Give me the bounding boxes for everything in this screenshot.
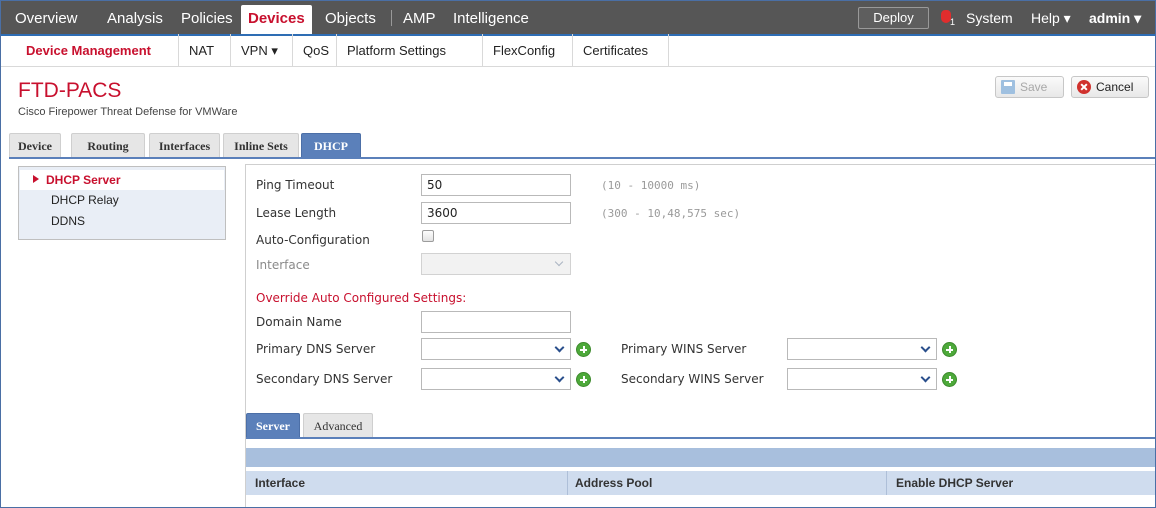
nav-policies[interactable]: Policies <box>181 1 233 34</box>
secondary-dns-select[interactable] <box>421 368 571 390</box>
primary-dns-label: Primary DNS Server <box>256 342 376 356</box>
app-window: Overview Analysis Policies Devices Objec… <box>0 0 1156 508</box>
page-title: FTD-PACS <box>18 79 122 102</box>
save-label: Save <box>1020 80 1048 94</box>
tab-routing[interactable]: Routing <box>71 133 145 158</box>
nav-amp[interactable]: AMP <box>403 1 436 34</box>
column-divider <box>886 471 887 495</box>
nav-intelligence[interactable]: Intelligence <box>453 1 529 34</box>
table-header: Interface Address Pool Enable DHCP Serve… <box>246 471 1155 495</box>
ping-timeout-input[interactable]: 50 <box>421 174 571 196</box>
tab-underline <box>9 157 1155 159</box>
nav-analysis[interactable]: Analysis <box>107 1 163 34</box>
caret-right-icon <box>33 175 39 183</box>
nav-objects[interactable]: Objects <box>325 1 376 34</box>
chevron-down-icon <box>554 342 566 356</box>
add-primary-dns-icon[interactable] <box>576 342 591 357</box>
user-menu[interactable]: admin ▾ <box>1089 1 1141 34</box>
add-secondary-dns-icon[interactable] <box>576 372 591 387</box>
tab-dhcp[interactable]: DHCP <box>301 133 361 158</box>
lease-length-label: Lease Length <box>256 206 337 220</box>
chevron-down-icon <box>920 342 932 356</box>
top-nav-bar: Overview Analysis Policies Devices Objec… <box>1 1 1155 34</box>
chevron-down-icon <box>554 257 566 271</box>
secondary-dns-label: Secondary DNS Server <box>256 372 393 386</box>
cancel-icon <box>1077 80 1091 94</box>
nav-devices[interactable]: Devices <box>241 5 312 34</box>
auto-config-label: Auto-Configuration <box>256 233 370 247</box>
auto-config-checkbox[interactable] <box>422 230 434 242</box>
sub-nav-bar: Device Management NAT VPN ▾ QoS Platform… <box>1 34 1155 67</box>
cancel-label: Cancel <box>1096 80 1134 94</box>
domain-name-input[interactable] <box>421 311 571 333</box>
tab-inline-sets[interactable]: Inline Sets <box>223 133 299 158</box>
add-primary-wins-icon[interactable] <box>942 342 957 357</box>
column-interface: Interface <box>255 476 306 490</box>
ping-timeout-label: Ping Timeout <box>256 178 335 192</box>
save-button[interactable]: Save <box>995 76 1064 98</box>
menu-item-dhcp-server[interactable]: DHCP Server <box>20 170 224 190</box>
interface-select[interactable] <box>421 253 571 275</box>
column-address-pool: Address Pool <box>575 476 653 490</box>
column-enable-dhcp-server: Enable DHCP Server <box>896 476 1014 490</box>
subnav-flexconfig[interactable]: FlexConfig <box>483 34 573 67</box>
nav-overview[interactable]: Overview <box>15 1 78 34</box>
column-divider <box>567 471 568 495</box>
override-heading: Override Auto Configured Settings: <box>256 291 467 305</box>
dhcp-side-menu: DHCP Server DHCP Relay DDNS <box>18 166 226 240</box>
interface-label: Interface <box>256 258 310 272</box>
subnav-nat[interactable]: NAT <box>179 34 231 67</box>
nav-divider <box>391 10 392 26</box>
subnav-certificates[interactable]: Certificates <box>573 34 669 67</box>
alert-count: 1 <box>950 17 956 27</box>
domain-name-label: Domain Name <box>256 315 342 329</box>
menu-item-label: DHCP Server <box>46 173 121 187</box>
tab-device[interactable]: Device <box>9 133 61 158</box>
ping-timeout-hint: (10 - 10000 ms) <box>601 179 701 192</box>
chevron-down-icon <box>920 372 932 386</box>
menu-item-dhcp-relay[interactable]: DHCP Relay <box>20 190 224 210</box>
tab-advanced[interactable]: Advanced <box>303 413 373 438</box>
tab-interfaces[interactable]: Interfaces <box>149 133 220 158</box>
add-secondary-wins-icon[interactable] <box>942 372 957 387</box>
device-model: Cisco Firepower Threat Defense for VMWar… <box>18 106 238 118</box>
primary-wins-label: Primary WINS Server <box>621 342 747 356</box>
lease-length-hint: (300 - 10,48,575 sec) <box>601 207 741 220</box>
primary-wins-select[interactable] <box>787 338 937 360</box>
nav-system[interactable]: System <box>966 1 1013 34</box>
subnav-qos[interactable]: QoS <box>293 34 337 67</box>
subtab-underline <box>246 437 1155 439</box>
primary-dns-select[interactable] <box>421 338 571 360</box>
nav-help[interactable]: Help ▾ <box>1031 1 1071 34</box>
secondary-wins-label: Secondary WINS Server <box>621 372 764 386</box>
secondary-wins-select[interactable] <box>787 368 937 390</box>
subnav-device-management[interactable]: Device Management <box>16 34 179 67</box>
subnav-platform-settings[interactable]: Platform Settings <box>337 34 483 67</box>
subnav-vpn[interactable]: VPN ▾ <box>231 34 293 67</box>
save-icon <box>1001 80 1015 94</box>
cancel-button[interactable]: Cancel <box>1071 76 1149 98</box>
tab-server[interactable]: Server <box>246 413 300 438</box>
chevron-down-icon <box>554 372 566 386</box>
lease-length-input[interactable]: 3600 <box>421 202 571 224</box>
deploy-button[interactable]: Deploy <box>858 7 929 29</box>
table-toolbar <box>246 448 1155 467</box>
menu-item-ddns[interactable]: DDNS <box>20 211 224 231</box>
alert-icon[interactable]: 1 <box>941 9 955 27</box>
